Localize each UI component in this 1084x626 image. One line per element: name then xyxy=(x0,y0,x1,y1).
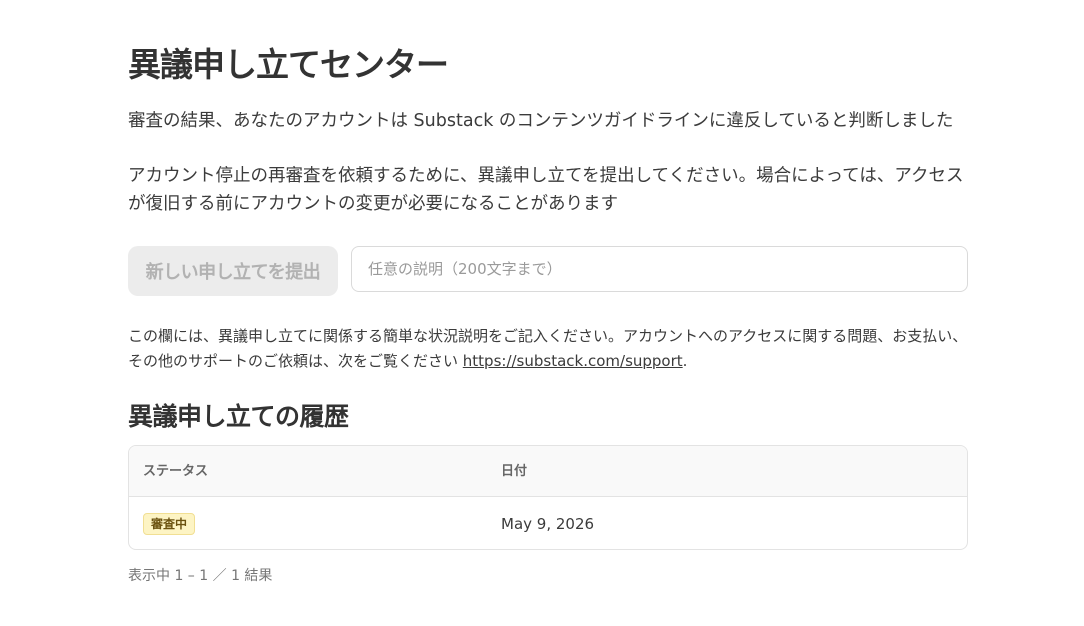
intro-paragraph: 審査の結果、あなたのアカウントは Substack のコンテンツガイドラインに違… xyxy=(128,111,954,131)
help-text-period: . xyxy=(682,352,688,370)
support-link[interactable]: https://substack.com/support xyxy=(463,352,683,370)
instructions-paragraph: アカウント停止の再審査を依頼するために、異議申し立てを提出してください。場合によ… xyxy=(128,166,964,214)
result-count: 表示中 1 – 1 ／ 1 結果 xyxy=(128,568,273,584)
table-row: 審査中 May 9, 2026 xyxy=(129,498,967,549)
column-header-date: 日付 xyxy=(501,464,528,479)
history-title: 異議申し立ての履歴 xyxy=(128,402,349,431)
submit-appeal-button[interactable]: 新しい申し立てを提出 xyxy=(128,246,338,296)
column-header-status: ステータス xyxy=(143,464,209,479)
appeal-history-table: ステータス 日付 審査中 May 9, 2026 xyxy=(128,445,968,550)
appeal-date: May 9, 2026 xyxy=(501,515,595,533)
help-text: この欄には、異議申し立てに関係する簡単な状況説明をご記入ください。アカウントへの… xyxy=(128,324,968,374)
appeal-form: 新しい申し立てを提出 xyxy=(128,246,968,296)
status-badge: 審査中 xyxy=(143,513,196,535)
page-title: 異議申し立てセンター xyxy=(128,45,449,84)
table-header: ステータス 日付 xyxy=(129,446,967,497)
appeal-description-input[interactable] xyxy=(351,246,968,292)
